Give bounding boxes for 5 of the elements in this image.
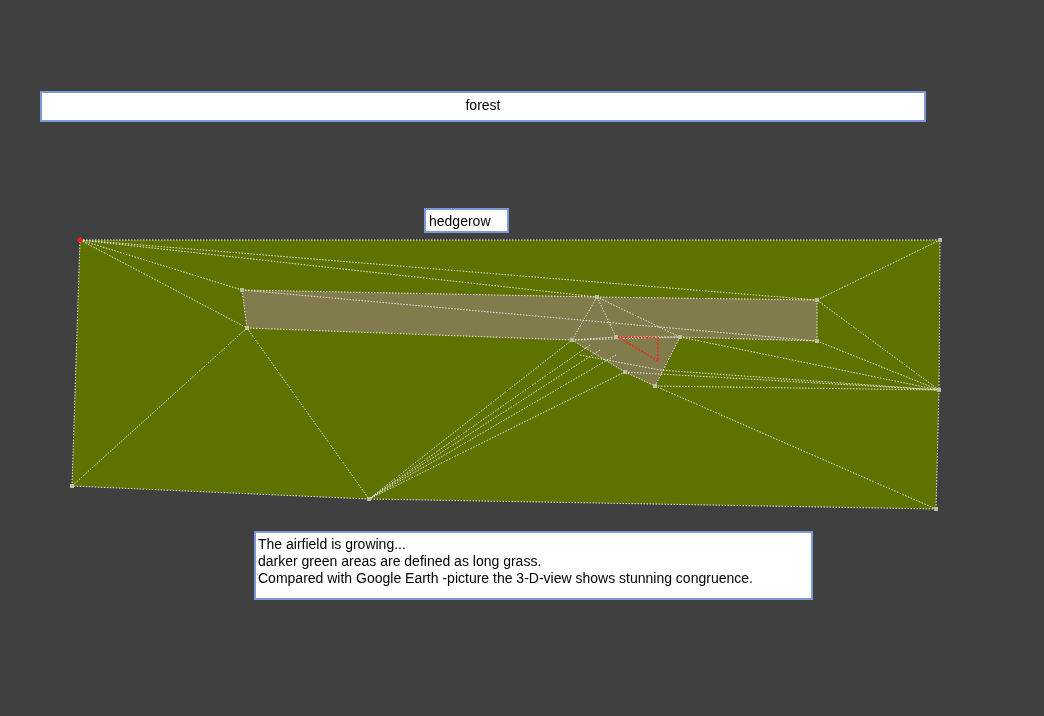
note-line: darker green areas are defined as long grass.	[258, 553, 543, 570]
forest-label: forest	[40, 91, 926, 122]
note-line: Compared with Google Earth -picture the 3-D-view shows stunning congruence.	[258, 570, 754, 587]
hedgerow-label: hedgerow	[424, 208, 509, 233]
note-line: The airfield is growing...	[258, 536, 407, 553]
